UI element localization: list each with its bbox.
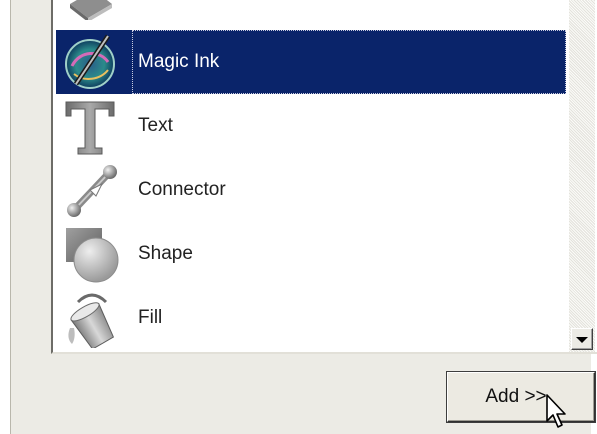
- shape-icon: [66, 228, 119, 283]
- add-button[interactable]: Add >>: [447, 372, 595, 422]
- tools-panel: Magic Ink Text Connector Shape Fill Add …: [10, 0, 597, 434]
- tool-label: Text: [138, 115, 173, 136]
- connector-icon: [67, 165, 117, 217]
- add-button-label: Add >>: [485, 386, 547, 407]
- scroll-down-button[interactable]: [571, 328, 593, 350]
- tool-label: Connector: [138, 179, 226, 200]
- fill-bucket-icon: [68, 293, 115, 348]
- list-item-magic-ink[interactable]: Magic Ink: [56, 30, 566, 94]
- text-icon: [65, 101, 115, 155]
- tool-label: Magic Ink: [138, 51, 220, 72]
- mouse-cursor-icon: [546, 394, 566, 428]
- magic-ink-icon: [65, 34, 115, 89]
- tool-label: Fill: [138, 307, 163, 328]
- arrow-down-icon: [576, 337, 588, 343]
- list-item-fill[interactable]: Fill: [56, 286, 566, 350]
- vertical-scrollbar[interactable]: [569, 0, 595, 352]
- list-item-text[interactable]: Text: [56, 94, 566, 158]
- list-item-connector[interactable]: Connector: [56, 158, 566, 222]
- tool-list[interactable]: Magic Ink Text Connector Shape Fill: [51, 0, 597, 354]
- list-item-partial[interactable]: [56, 0, 566, 22]
- tool-label: Shape: [138, 243, 193, 264]
- eraser-icon: [70, 0, 112, 20]
- list-item-shape[interactable]: Shape: [56, 222, 566, 286]
